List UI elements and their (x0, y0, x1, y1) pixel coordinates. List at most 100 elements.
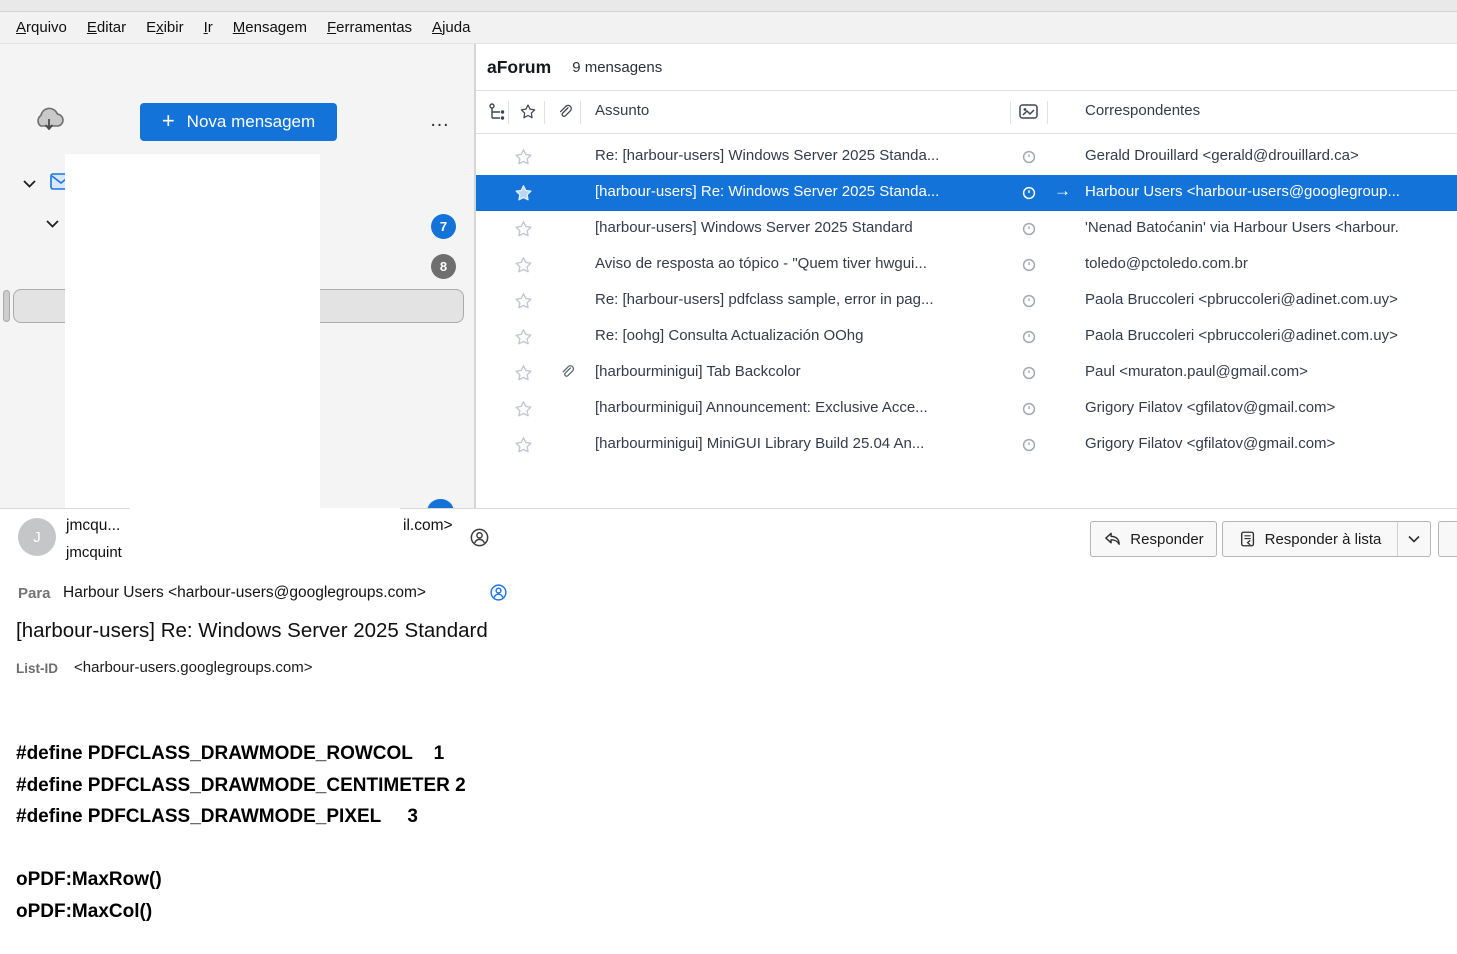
star-icon[interactable] (513, 183, 534, 204)
menu-ajuda[interactable]: Ajuda (422, 19, 480, 36)
column-separator (1047, 101, 1048, 124)
status-clock-icon (1022, 294, 1036, 308)
message-correspondent: Grigory Filatov <gfilatov@gmail.com> (1085, 435, 1455, 452)
message-list-pane: aForum 9 mensagens Assunto (476, 44, 1457, 508)
folder-collapse-chevron-icon[interactable] (44, 215, 61, 232)
message-correspondent: 'Nenad Batoćanin' via Harbour Users <har… (1085, 219, 1455, 236)
plus-icon: + (162, 110, 175, 132)
thunderbird-window: Arquivo Editar Exibir Ir Mensagem Ferram… (0, 0, 1457, 954)
reply-label: Responder (1130, 531, 1203, 548)
message-count: 9 mensagens (572, 59, 662, 76)
message-correspondent: Grigory Filatov <gfilatov@gmail.com> (1085, 399, 1455, 416)
folder-pane-options-button[interactable]: … (420, 104, 460, 136)
message-row-selected[interactable]: [harbour-users] Re: Windows Server 2025 … (476, 175, 1457, 211)
message-row[interactable]: Re: [oohg] Consulta Actualización OOhg P… (476, 319, 1457, 355)
status-clock-icon (1022, 222, 1036, 236)
forward-button[interactable] (1438, 521, 1457, 557)
reply-button[interactable]: Responder (1090, 521, 1217, 557)
status-clock-icon (1022, 150, 1036, 164)
message-subject: [harbour-users] Re: Windows Server 2025 … (595, 183, 1000, 200)
unread-count-badge-gray: 8 (431, 254, 456, 279)
column-separator (580, 101, 581, 124)
replied-arrow-icon: → (1054, 181, 1071, 201)
message-subject: [harbourminigui] Announcement: Exclusive… (595, 399, 1000, 416)
message-correspondent: Paola Bruccoleri <pbruccoleri@adinet.com… (1085, 291, 1455, 308)
star-icon[interactable] (513, 399, 534, 420)
menu-editar[interactable]: Editar (77, 19, 136, 36)
message-list-header: aForum 9 mensagens (476, 44, 1457, 91)
star-icon[interactable] (513, 291, 534, 312)
sender-avatar: J (18, 518, 56, 556)
column-header-subject[interactable]: Assunto (595, 102, 649, 119)
message-row[interactable]: [harbourminigui] Announcement: Exclusive… (476, 391, 1457, 427)
message-subject: [harbourminigui] MiniGUI Library Build 2… (595, 435, 1000, 452)
reply-to-list-label: Responder à lista (1265, 531, 1382, 548)
menu-ir[interactable]: Ir (194, 19, 223, 36)
new-message-button[interactable]: + Nova mensagem (140, 103, 337, 141)
sender-contact-icon[interactable] (469, 527, 490, 548)
attachment-icon (558, 362, 576, 383)
menu-exibir[interactable]: Exibir (136, 19, 194, 36)
message-body-pane: #define PDFCLASS_DRAWMODE_ROWCOL 1 #defi… (0, 694, 1457, 954)
sender-email-suffix: il.com> (403, 517, 453, 535)
get-messages-button[interactable] (26, 104, 62, 140)
menu-bar: Arquivo Editar Exibir Ir Mensagem Ferram… (0, 12, 1457, 44)
list-id-value: <harbour-users.googlegroups.com> (74, 659, 312, 676)
recipient-contact-icon[interactable] (489, 583, 508, 602)
column-separator (544, 101, 545, 124)
redaction-overlay (65, 154, 320, 549)
message-body-text: #define PDFCLASS_DRAWMODE_ROWCOL 1 #defi… (16, 738, 466, 927)
status-clock-icon (1022, 258, 1036, 272)
menu-mensagem[interactable]: Mensagem (223, 19, 317, 36)
message-correspondent: Paul <muraton.paul@gmail.com> (1085, 363, 1455, 380)
reply-icon (1103, 531, 1122, 548)
star-icon[interactable] (513, 327, 534, 348)
sender-name-prefix: jmcqu... (66, 517, 120, 535)
message-row[interactable]: [harbourminigui] Tab Backcolor Paul <mur… (476, 355, 1457, 391)
message-row[interactable]: [harbourminigui] MiniGUI Library Build 2… (476, 427, 1457, 463)
message-subject: Re: [harbour-users] pdfclass sample, err… (595, 291, 1000, 308)
thread-column-icon[interactable] (488, 102, 507, 121)
menu-arquivo[interactable]: Arquivo (6, 19, 77, 36)
new-message-label: Nova mensagem (187, 112, 316, 132)
message-subject: Re: [oohg] Consulta Actualización OOhg (595, 327, 1000, 344)
message-header-pane: J jmcqu... il.com> jmcquint Responder (0, 508, 1457, 694)
message-row[interactable]: Re: [harbour-users] Windows Server 2025 … (476, 139, 1457, 175)
unread-count-badge: 7 (431, 214, 456, 239)
status-clock-icon (1022, 402, 1036, 416)
window-titlebar (0, 0, 1457, 12)
message-correspondent: Paola Bruccoleri <pbruccoleri@adinet.com… (1085, 327, 1455, 344)
status-clock-icon (1022, 186, 1036, 200)
folder-pane-scrollbar[interactable] (3, 290, 10, 322)
star-icon[interactable] (513, 147, 534, 168)
message-row[interactable]: Re: [harbour-users] pdfclass sample, err… (476, 283, 1457, 319)
reply-options-dropdown-button[interactable] (1397, 521, 1431, 557)
message-correspondent: Gerald Drouillard <gerald@drouillard.ca> (1085, 147, 1455, 164)
account-collapse-chevron-icon[interactable] (21, 175, 38, 192)
message-subject: [harbour-users] Windows Server 2025 Stan… (595, 219, 1000, 236)
star-icon[interactable] (513, 435, 534, 456)
message-subject: [harbourminigui] Tab Backcolor (595, 363, 1000, 380)
reply-to-list-button[interactable]: Responder à lista (1222, 521, 1398, 557)
star-column-icon[interactable] (518, 102, 538, 122)
column-separator (1010, 101, 1011, 124)
column-header-row: Assunto Correspondentes (476, 91, 1457, 134)
message-subject: Re: [harbour-users] Windows Server 2025 … (595, 147, 1000, 164)
star-icon[interactable] (513, 255, 534, 276)
status-column-icon[interactable] (1018, 102, 1039, 120)
attachment-column-icon[interactable] (555, 102, 574, 123)
message-row[interactable]: [harbour-users] Windows Server 2025 Stan… (476, 211, 1457, 247)
star-icon[interactable] (513, 363, 534, 384)
menu-ferramentas[interactable]: Ferramentas (317, 19, 422, 36)
redaction-overlay (130, 508, 400, 571)
column-separator (508, 101, 509, 124)
message-subject-heading: [harbour-users] Re: Windows Server 2025 … (16, 619, 488, 643)
cloud-download-icon (32, 106, 56, 138)
message-row[interactable]: Aviso de resposta ao tópico - "Quem tive… (476, 247, 1457, 283)
star-icon[interactable] (513, 219, 534, 240)
message-subject: Aviso de resposta ao tópico - "Quem tive… (595, 255, 1000, 272)
column-header-correspondents[interactable]: Correspondentes (1085, 102, 1200, 119)
chevron-down-icon (1405, 530, 1423, 548)
reply-list-icon (1239, 530, 1257, 548)
ellipsis-icon: … (430, 109, 451, 131)
